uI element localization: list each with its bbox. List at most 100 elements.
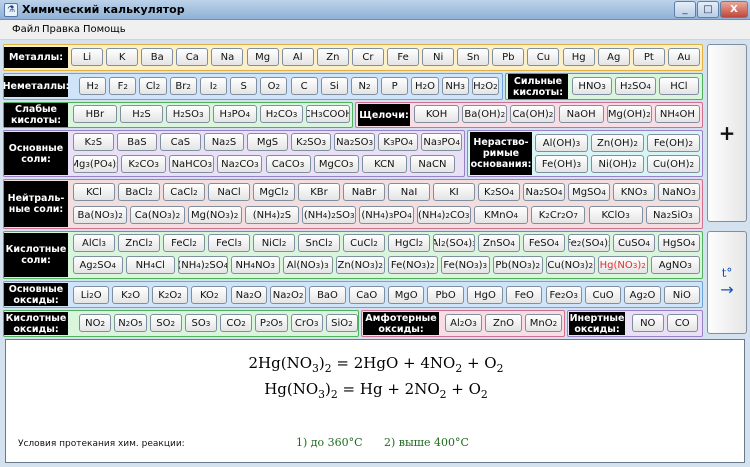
neutral-salt-button-nano3[interactable]: NaNO 3: [658, 183, 700, 201]
neutral-salt-button-na2sio3[interactable]: Na 2 SiO 3: [645, 206, 700, 224]
acidic-oxide-button-co2[interactable]: CO 2: [220, 314, 253, 332]
acidic-salt-button-feso4[interactable]: FeSO 4: [523, 234, 565, 252]
basic-salt-button-k2co3[interactable]: K 2 CO 3: [121, 155, 167, 173]
acidic-salt-button-zn-no3-2[interactable]: Zn(NO 3) 2: [335, 256, 385, 274]
acidic-salt-button-cucl2[interactable]: CuCl 2: [343, 234, 385, 252]
alkali-button-koh[interactable]: KOH: [414, 105, 460, 123]
basic-oxide-button-hgo[interactable]: HgO: [466, 286, 504, 304]
acidic-salt-button-cu-no3-2[interactable]: Cu(NO 3) 2: [545, 256, 595, 274]
basic-salt-button-mgco3[interactable]: MgCO 3: [313, 155, 359, 173]
acidic-oxide-button-so2[interactable]: SO 2: [149, 314, 182, 332]
base-button-fe-oh-3[interactable]: Fe(OH) 3: [535, 155, 588, 173]
alkali-button-ba-oh-2[interactable]: Ba(OH) 2: [462, 105, 508, 123]
alkali-button-nh4oh[interactable]: NH 4 OH: [654, 105, 700, 123]
basic-oxide-button-ko2[interactable]: KO 2: [191, 286, 228, 304]
nonmetal-button-h2[interactable]: H2: [79, 77, 107, 95]
acidic-oxide-button-no2[interactable]: NO 2: [79, 314, 112, 332]
basic-oxide-button-mgo[interactable]: MgO: [388, 286, 425, 304]
metal-button-li[interactable]: Li: [71, 48, 104, 66]
neutral-salt-button-cacl2[interactable]: CaCl 2: [163, 183, 205, 201]
amphoteric-oxide-button-mno2[interactable]: MnO 2: [525, 314, 562, 332]
basic-salt-button-na2co3[interactable]: Na 2 CO 3: [217, 155, 263, 173]
acidic-salt-button-sncl2[interactable]: SnCl 2: [298, 234, 340, 252]
acidic-oxide-button-p2o5[interactable]: P2O5: [255, 314, 288, 332]
metal-button-k[interactable]: K: [106, 48, 139, 66]
acidic-salt-button-agno3[interactable]: AgNO 3: [650, 256, 700, 274]
neutral-salt-button-na2so4[interactable]: Na 2 SO 4: [523, 183, 565, 201]
acidic-salt-button-fecl3[interactable]: FeCl 3: [208, 234, 250, 252]
amphoteric-oxide-button-zno[interactable]: ZnO: [485, 314, 522, 332]
basic-oxide-button-cao[interactable]: CaO: [348, 286, 385, 304]
acidic-oxide-button-so3[interactable]: SO 3: [184, 314, 218, 332]
acidic-salt-button-zncl2[interactable]: ZnCl 2: [118, 234, 160, 252]
nonmetal-button-n2[interactable]: N2: [350, 77, 379, 95]
neutral-salt-button-ki[interactable]: KI: [433, 183, 475, 201]
nonmetal-button-p[interactable]: P: [381, 77, 409, 95]
basic-oxide-button-k2o[interactable]: K2O: [112, 286, 149, 304]
acidic-oxide-button-cro3[interactable]: CrO 3: [290, 314, 323, 332]
acidic-salt-button-pb-no3-2[interactable]: Pb(NO 3) 2: [493, 256, 543, 274]
acidic-salt-button-al2-so4-3[interactable]: Al2(SO4)3: [433, 234, 475, 252]
metal-button-zn[interactable]: Zn: [316, 48, 349, 66]
metal-button-cu[interactable]: Cu: [527, 48, 560, 66]
neutral-salt-button-bacl2[interactable]: BaCl 2: [118, 183, 160, 201]
neutral-salt-button-nacl[interactable]: NaCl: [208, 183, 250, 201]
inert-oxide-button-no[interactable]: NO: [632, 314, 664, 332]
acidic-salt-button-hgcl2[interactable]: HgCl 2: [388, 234, 430, 252]
heat-button[interactable]: t° →: [707, 231, 747, 334]
neutral-salt-button-kmno4[interactable]: KMnO 4: [473, 206, 529, 224]
base-button-cu-oh-2[interactable]: Cu(OH) 2: [647, 155, 700, 173]
metal-button-ba[interactable]: Ba: [141, 48, 174, 66]
metal-button-ca[interactable]: Ca: [176, 48, 209, 66]
base-button-al-oh-3[interactable]: Al(OH) 3: [535, 134, 588, 152]
acidic-salt-button-fe2-so4-3[interactable]: Fe2(SO4)3: [568, 234, 610, 252]
acidic-salt-button-nh4cl[interactable]: NH 4 Cl: [125, 256, 175, 274]
metal-button-sn[interactable]: Sn: [457, 48, 490, 66]
acidic-salt-button-fe-no3-3[interactable]: Fe(NO 3) 3: [440, 256, 490, 274]
neutral-salt-button-kno3[interactable]: KNO 3: [613, 183, 655, 201]
metal-button-cr[interactable]: Cr: [351, 48, 384, 66]
nonmetal-button-cl2[interactable]: Cl 2: [139, 77, 167, 95]
amphoteric-oxide-button-al2o3[interactable]: Al 2 O 3: [445, 314, 482, 332]
neutral-salt-button-mgso4[interactable]: MgSO 4: [568, 183, 610, 201]
menu-edit[interactable]: Правка: [42, 24, 80, 35]
nonmetal-button-f2[interactable]: F2: [109, 77, 137, 95]
acidic-salt-button-alcl3[interactable]: AlCl 3: [73, 234, 115, 252]
strong-acid-button-h2so4[interactable]: H 2 SO 4: [615, 77, 656, 95]
base-button-fe-oh-2[interactable]: Fe(OH) 2: [647, 134, 700, 152]
basic-salt-button-k3po4[interactable]: K 3 PO 4: [377, 133, 419, 151]
nonmetal-button-nh3[interactable]: NH 3: [441, 77, 469, 95]
metal-button-pb[interactable]: Pb: [492, 48, 525, 66]
metal-button-pt[interactable]: Pt: [632, 48, 665, 66]
basic-oxide-button-bao[interactable]: BaO: [309, 286, 346, 304]
nonmetal-button-s[interactable]: S: [230, 77, 258, 95]
neutral-salt-button-kbr[interactable]: KBr: [298, 183, 340, 201]
basic-salt-button-k2so3[interactable]: K 2 SO 3: [290, 133, 332, 151]
weak-acid-button-h2co3[interactable]: H 2 CO 3: [259, 105, 304, 123]
neutral-salt-button-nai[interactable]: NaI: [388, 183, 430, 201]
weak-acid-button-h3po4[interactable]: H 3 PO 4: [213, 105, 257, 123]
neutral-salt-button-ba-no3-2[interactable]: Ba(NO 3) 2: [73, 206, 128, 224]
close-button[interactable]: X: [720, 1, 748, 18]
basic-oxide-button-fe2o3[interactable]: Fe 2 O 3: [545, 286, 582, 304]
neutral-salt-button-mgcl2[interactable]: MgCl 2: [253, 183, 295, 201]
neutral-salt-button-nabr[interactable]: NaBr: [343, 183, 385, 201]
neutral-salt-button-nh4-2co3[interactable]: (NH 4) 2 CO 3: [416, 206, 471, 224]
weak-acid-button-ch3cooh[interactable]: CH3COOH: [306, 105, 350, 123]
acidic-oxide-button-n2o5[interactable]: N2O5: [114, 314, 147, 332]
minimize-button[interactable]: _: [674, 1, 696, 18]
metal-button-ni[interactable]: Ni: [422, 48, 455, 66]
nonmetal-button-si[interactable]: Si: [320, 77, 348, 95]
alkali-button-ca-oh-2[interactable]: Ca(OH) 2: [510, 105, 556, 123]
neutral-salt-button-kcl[interactable]: KCl: [73, 183, 115, 201]
metal-button-fe[interactable]: Fe: [387, 48, 420, 66]
menu-help[interactable]: Помощь: [83, 24, 126, 35]
acidic-salt-button-al-no3-3[interactable]: Al(NO 3) 3: [283, 256, 333, 274]
neutral-salt-button-nh4-3po4[interactable]: (NH 4) 3 PO 4: [359, 206, 414, 224]
basic-salt-button-caco3[interactable]: CaCO 3: [265, 155, 311, 173]
acidic-salt-button-fecl2[interactable]: FeCl 2: [163, 234, 205, 252]
acidic-salt-button-nicl2[interactable]: NiCl 2: [253, 234, 295, 252]
acidic-salt-button-nh4-2so4[interactable]: (NH4)2SO4: [178, 256, 228, 274]
basic-salt-button-k2s[interactable]: K2S: [73, 133, 114, 151]
base-button-zn-oh-2[interactable]: Zn(OH) 2: [591, 134, 644, 152]
